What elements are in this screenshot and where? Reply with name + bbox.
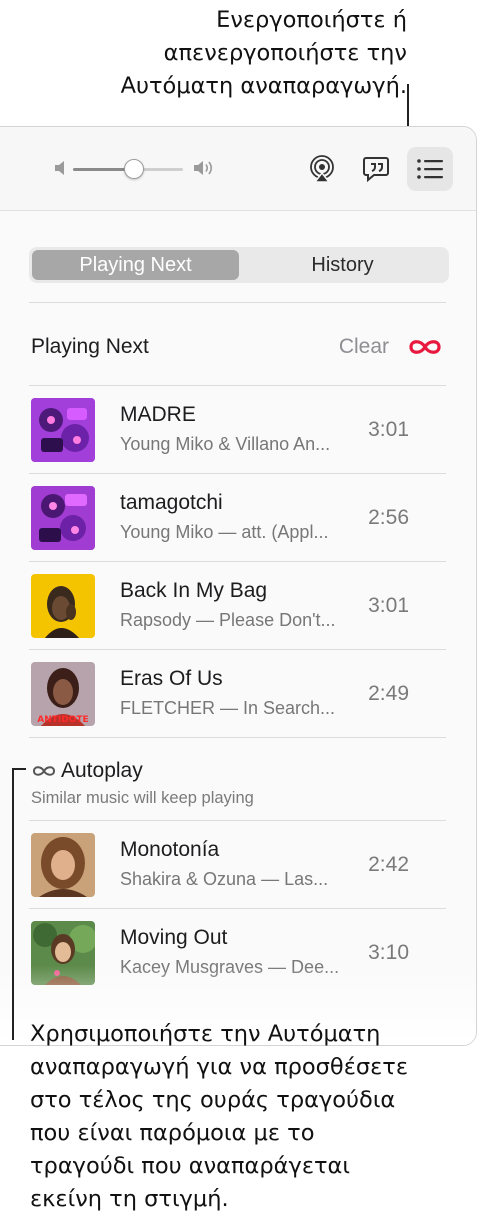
queue-list-icon (417, 159, 443, 179)
infinity-icon (32, 766, 56, 776)
callout-bottom-leader (12, 768, 14, 1040)
list-item[interactable]: ANTIDOTE Eras Of Us FLETCHER — In Search… (29, 650, 446, 738)
list-item[interactable]: tamagotchi Young Miko — att. (Appl... 2:… (29, 474, 446, 562)
airplay-icon (310, 155, 334, 183)
callout-bottom-line: αναπαραγωγή για να προσθέσετε (30, 1054, 408, 1080)
tab-playing-next[interactable]: Playing Next (32, 250, 239, 280)
autoplay-toggle-button[interactable] (405, 334, 445, 360)
clear-button[interactable]: Clear (339, 335, 389, 359)
track-title: Back In My Bag (120, 579, 268, 602)
queue-section-title: Playing Next (31, 335, 149, 358)
queue-segmented-control: Playing Next History (29, 247, 449, 283)
autoplay-title: Autoplay (61, 759, 143, 782)
album-art: ANTIDOTE (31, 662, 95, 726)
track-title: Moving Out (120, 926, 228, 949)
album-art (31, 574, 95, 638)
track-subtitle: Young Miko — att. (Appl... (120, 522, 329, 542)
list-item[interactable]: Back In My Bag Rapsody — Please Don't...… (29, 562, 446, 650)
callout-bottom-leader-tick (12, 768, 26, 770)
lyrics-icon (363, 157, 389, 183)
divider (29, 302, 446, 303)
album-art-text: ANTIDOTE (37, 715, 88, 725)
track-title: Monotonía (120, 838, 220, 861)
album-art (31, 921, 95, 985)
callout-autoplay-toggle: Ενεργοποιήστε ή απενεργοποιήστε την Αυτό… (27, 4, 407, 103)
track-subtitle: Kacey Musgraves — Dee... (120, 957, 340, 977)
airplay-button[interactable] (299, 147, 345, 191)
tab-history[interactable]: History (239, 250, 446, 280)
track-duration: 3:01 (368, 594, 409, 617)
album-art (31, 833, 95, 897)
callout-top-line: Αυτόματη αναπαραγωγή. (120, 73, 407, 99)
autoplay-title-row: Autoplay (31, 759, 451, 783)
track-title: MADRE (120, 403, 196, 426)
callout-autoplay-explanation: Χρησιμοποιήστε την Αυτόματη αναπαραγωγή … (30, 1018, 475, 1216)
callout-top-line: απενεργοποιήστε την (163, 40, 407, 66)
autoplay-section-header: Autoplay Similar music will keep playing (31, 759, 451, 808)
lyrics-button[interactable] (353, 147, 399, 191)
queue-button[interactable] (407, 147, 453, 191)
list-item[interactable]: MADRE Young Miko & Villano An... 3:01 (29, 386, 446, 474)
track-subtitle: Rapsody — Please Don't... (120, 610, 336, 630)
album-art (31, 398, 95, 462)
infinity-icon (409, 340, 441, 354)
track-duration: 2:42 (368, 853, 409, 876)
track-title: Eras Of Us (120, 667, 223, 690)
volume-low-icon (55, 161, 64, 175)
callout-bottom-line: Χρησιμοποιήστε την Αυτόματη (30, 1021, 381, 1047)
track-duration: 2:49 (368, 682, 409, 705)
callout-bottom-line: εκείνη τη στιγμή. (30, 1186, 229, 1212)
album-art (31, 486, 95, 550)
track-duration: 3:10 (368, 941, 409, 964)
volume-slider[interactable] (73, 159, 183, 179)
track-title: tamagotchi (120, 491, 223, 514)
track-subtitle: FLETCHER — In Search... (120, 698, 336, 718)
queue-header: Playing Next Clear (31, 332, 451, 362)
track-subtitle: Young Miko & Villano An... (120, 434, 331, 454)
callout-bottom-line: τραγούδι που αναπαράγεται (30, 1153, 350, 1179)
toolbar (0, 127, 476, 211)
track-subtitle: Shakira & Ozuna — Las... (120, 869, 329, 889)
autoplay-subtitle: Similar music will keep playing (31, 789, 254, 807)
callout-top-line: Ενεργοποιήστε ή (216, 7, 407, 33)
callout-bottom-line: που είναι παρόμοια με το (30, 1120, 315, 1146)
playing-next-panel: Playing Next History Playing Next Clear (0, 126, 477, 1046)
divider (29, 737, 446, 738)
volume-slider-knob[interactable] (123, 159, 144, 179)
track-duration: 3:01 (368, 418, 409, 441)
callout-bottom-line: στο τέλος της ουράς τραγούδια (30, 1087, 396, 1113)
track-duration: 2:56 (368, 506, 409, 529)
volume-high-icon (194, 161, 213, 175)
list-item[interactable]: Moving Out Kacey Musgraves — Dee... 3:10 (29, 909, 446, 997)
list-item[interactable]: Monotonía Shakira & Ozuna — Las... 2:42 (29, 821, 446, 909)
